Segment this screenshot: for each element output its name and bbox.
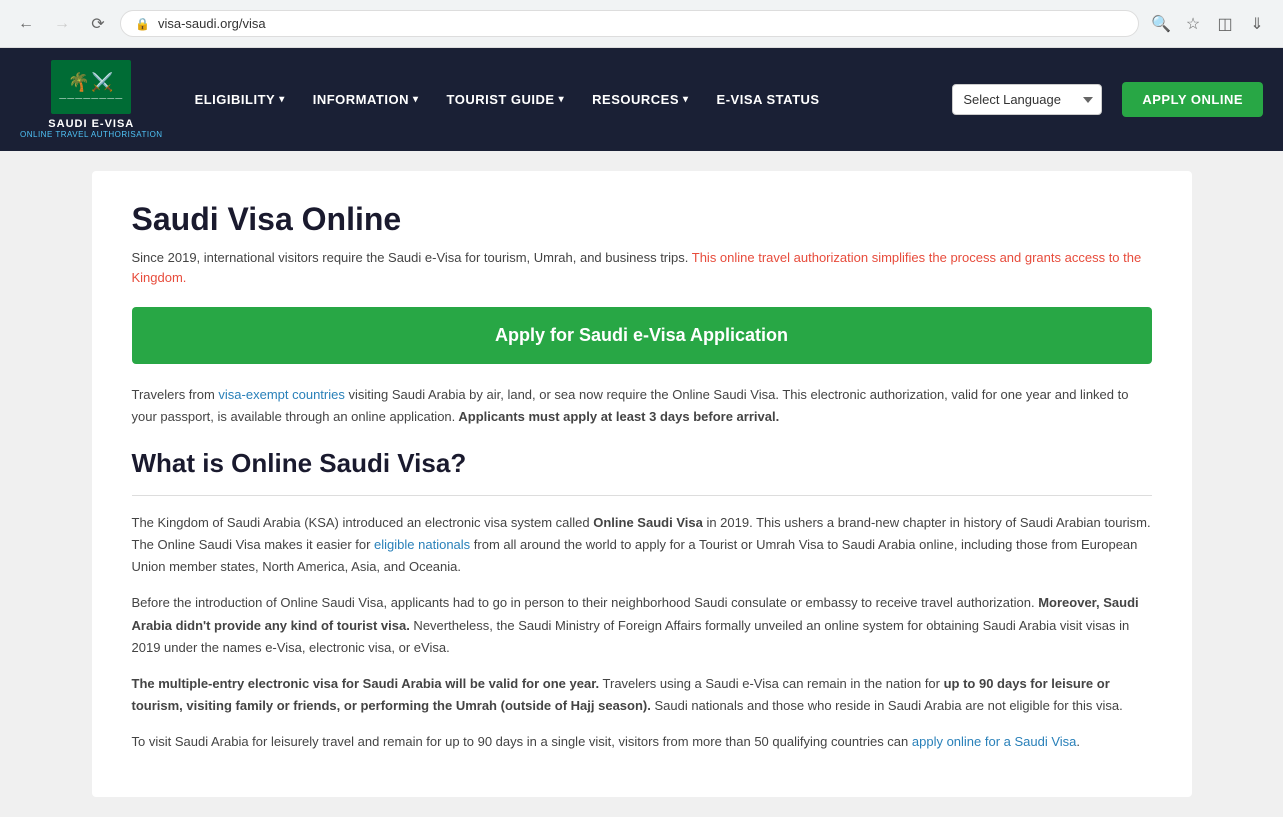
multiple-entry-bold: The multiple-entry electronic visa for S… xyxy=(132,676,600,691)
main-wrapper: Saudi Visa Online Since 2019, internatio… xyxy=(0,151,1283,817)
section-divider xyxy=(132,495,1152,496)
nav-information-label: INFORMATION xyxy=(313,92,409,107)
address-bar[interactable]: 🔒 visa-saudi.org/visa xyxy=(120,10,1139,37)
url-text: visa-saudi.org/visa xyxy=(158,16,1124,31)
visa-exempt-countries-link[interactable]: visa-exempt countries xyxy=(218,387,344,402)
content-card: Saudi Visa Online Since 2019, internatio… xyxy=(92,171,1192,797)
visa-info-text-before-link: Travelers from xyxy=(132,387,219,402)
subtitle: Since 2019, international visitors requi… xyxy=(132,248,1152,287)
back-button[interactable]: ← xyxy=(12,10,40,38)
search-icon[interactable]: 🔍 xyxy=(1147,10,1175,38)
chevron-down-icon: ▾ xyxy=(559,94,565,105)
saudi-flag: 🌴⚔️ ———————— xyxy=(51,60,131,114)
logo-line1: SAUDI E-VISA xyxy=(20,118,163,130)
online-saudi-visa-bold-1: Online Saudi Visa xyxy=(593,515,703,530)
logo-area: 🌴⚔️ ———————— SAUDI E-VISA ONLINE TRAVEL … xyxy=(20,60,163,139)
eligible-nationals-link[interactable]: eligible nationals xyxy=(374,537,470,552)
bookmark-icon[interactable]: ☆ xyxy=(1179,10,1207,38)
chevron-down-icon: ▾ xyxy=(279,94,285,105)
body-paragraph-4: To visit Saudi Arabia for leisurely trav… xyxy=(132,731,1152,753)
apply-online-saudi-visa-link[interactable]: apply online for a Saudi Visa xyxy=(912,734,1077,749)
page-title: Saudi Visa Online xyxy=(132,201,1152,238)
visa-info-bold: Applicants must apply at least 3 days be… xyxy=(455,409,779,424)
header-apply-button[interactable]: APPLY ONLINE xyxy=(1122,82,1263,117)
language-select[interactable]: Select Language English Arabic French Sp… xyxy=(952,84,1102,115)
nav-eligibility[interactable]: ELIGIBILITY ▾ xyxy=(183,84,297,115)
nav-resources-label: RESOURCES xyxy=(592,92,679,107)
nav-resources[interactable]: RESOURCES ▾ xyxy=(580,84,700,115)
site-header: 🌴⚔️ ———————— SAUDI E-VISA ONLINE TRAVEL … xyxy=(0,48,1283,151)
nav-tourist-guide-label: TOURIST GUIDE xyxy=(447,92,555,107)
no-tourist-visa-bold: Moreover, Saudi Arabia didn't provide an… xyxy=(132,595,1139,632)
reload-button[interactable]: ⟳ xyxy=(84,10,112,38)
download-icon[interactable]: ⇓ xyxy=(1243,10,1271,38)
visa-info-paragraph: Travelers from visa-exempt countries vis… xyxy=(132,384,1152,428)
browser-actions: 🔍 ☆ ◫ ⇓ xyxy=(1147,10,1271,38)
subtitle-text: Since 2019, international visitors requi… xyxy=(132,250,689,265)
nav-evisa-status-label: E-VISA STATUS xyxy=(717,92,820,107)
nav-information[interactable]: INFORMATION ▾ xyxy=(301,84,431,115)
chevron-down-icon: ▾ xyxy=(413,94,419,105)
what-is-section-title: What is Online Saudi Visa? xyxy=(132,448,1152,479)
flag-emblem: 🌴⚔️ ———————— xyxy=(59,72,123,102)
logo-text: SAUDI E-VISA ONLINE TRAVEL AUTHORISATION xyxy=(20,118,163,139)
forward-button[interactable]: → xyxy=(48,10,76,38)
main-apply-button[interactable]: Apply for Saudi e-Visa Application xyxy=(132,307,1152,364)
nav-menu: ELIGIBILITY ▾ INFORMATION ▾ TOURIST GUID… xyxy=(183,84,933,115)
nav-evisa-status[interactable]: E-VISA STATUS xyxy=(705,84,832,115)
browser-chrome: ← → ⟳ 🔒 visa-saudi.org/visa 🔍 ☆ ◫ ⇓ xyxy=(0,0,1283,48)
nav-tourist-guide[interactable]: TOURIST GUIDE ▾ xyxy=(435,84,577,115)
body-paragraph-3: The multiple-entry electronic visa for S… xyxy=(132,673,1152,717)
nav-eligibility-label: ELIGIBILITY xyxy=(195,92,276,107)
extensions-icon[interactable]: ◫ xyxy=(1211,10,1239,38)
logo-line2: ONLINE TRAVEL AUTHORISATION xyxy=(20,130,163,139)
body-paragraph-1: The Kingdom of Saudi Arabia (KSA) introd… xyxy=(132,512,1152,578)
security-icon: 🔒 xyxy=(135,17,150,31)
chevron-down-icon: ▾ xyxy=(683,94,689,105)
body-paragraph-2: Before the introduction of Online Saudi … xyxy=(132,592,1152,658)
